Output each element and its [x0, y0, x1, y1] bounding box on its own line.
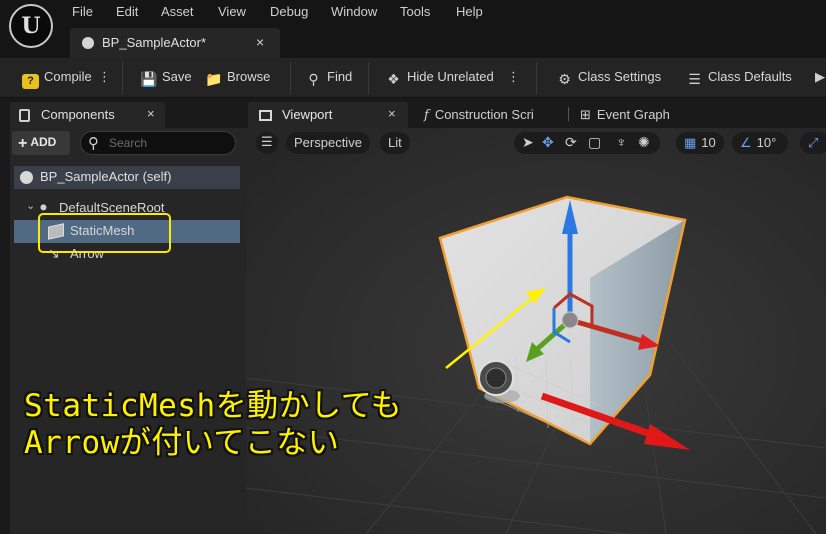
function-icon: f	[424, 108, 429, 123]
transform-tools: ➤ ✥ ⟳ ▢ ♆ ✺	[514, 132, 660, 154]
hide-unrelated-options-icon[interactable]: ⋮	[507, 69, 520, 85]
graph-icon: ⊞	[580, 108, 591, 123]
grid-snap-button[interactable]: ▦ 10	[676, 132, 724, 154]
select-icon[interactable]: ➤	[522, 134, 534, 151]
viewport-icon	[259, 110, 272, 121]
close-components-icon[interactable]: ×	[147, 106, 155, 121]
rotation-snap-value: 10°	[756, 135, 777, 150]
surface-snap-icon[interactable]: ✺	[638, 134, 650, 151]
blueprint-toolbar: ? Compile ⋮ 💾 Save 📁 Browse ⚲ Find ❖ Hide Unr…	[0, 58, 826, 98]
translate-icon[interactable]: ✥	[542, 134, 554, 151]
gear-icon: ⚙	[558, 71, 571, 87]
tab-construction-label: Construction Scri	[434, 107, 534, 122]
close-tab-icon[interactable]: ×	[256, 34, 264, 50]
viewport-scene	[246, 128, 826, 534]
search-input[interactable]	[109, 135, 229, 151]
close-viewport-icon[interactable]: ×	[388, 106, 396, 121]
components-search[interactable]: ⚲	[80, 131, 236, 155]
annotation-line-1: StaticMeshを動かしても	[24, 388, 403, 424]
menu-debug[interactable]: Debug	[270, 4, 308, 19]
compile-status-icon: ?	[22, 74, 39, 89]
browse-label: Browse	[227, 69, 271, 84]
grid-icon: ▦	[684, 135, 697, 150]
search-icon: ⚲	[88, 135, 99, 152]
menu-window[interactable]: Window	[331, 4, 377, 19]
components-tab[interactable]: Components ×	[10, 102, 165, 128]
menu-view[interactable]: View	[218, 4, 246, 19]
save-button[interactable]: 💾 Save	[140, 69, 192, 87]
compile-options-icon[interactable]: ⋮	[98, 69, 111, 85]
tab-divider	[568, 107, 569, 121]
rotate-icon[interactable]: ⟳	[565, 134, 577, 151]
components-icon	[19, 109, 30, 122]
perspective-button[interactable]: Perspective	[286, 132, 370, 154]
rotation-snap-button[interactable]: ∠ 10°	[732, 132, 788, 154]
find-button[interactable]: ⚲ Find	[305, 69, 352, 87]
hide-unrelated-label: Hide Unrelated	[407, 69, 494, 84]
unreal-logo-icon[interactable]: U	[9, 4, 53, 48]
save-icon: 💾	[140, 71, 158, 87]
add-label: ADD	[30, 135, 57, 149]
compile-button[interactable]: ? Compile	[22, 69, 92, 89]
toolbar-divider	[122, 62, 123, 94]
menu-asset[interactable]: Asset	[161, 4, 194, 19]
tab-event-graph[interactable]: ⊞ Event Graph	[580, 107, 670, 123]
viewport[interactable]: ☰ Perspective Lit ➤ ✥ ⟳ ▢ ♆ ✺ ▦ 10 ∠ 10° ⤢	[246, 128, 826, 534]
components-title: Components	[41, 107, 115, 122]
menu-bar: U File Edit Asset View Debug Window Tool…	[0, 0, 826, 48]
angle-icon: ∠	[740, 135, 752, 150]
toolbar-divider	[368, 62, 369, 94]
menu-file[interactable]: File	[72, 4, 93, 19]
toolbar-divider	[536, 62, 537, 94]
browse-button[interactable]: 📁 Browse	[205, 69, 270, 87]
compile-label: Compile	[44, 69, 92, 84]
find-icon: ⚲	[308, 71, 319, 87]
annotation-text: StaticMeshを動かしても Arrowが付いてこない	[24, 388, 402, 462]
find-label: Find	[327, 69, 353, 84]
blueprint-icon	[82, 37, 94, 49]
grid-snap-value: 10	[701, 135, 716, 150]
components-panel-header: Components ×	[0, 102, 246, 128]
world-local-icon[interactable]: ♆	[616, 134, 627, 150]
hide-unrelated-button[interactable]: ❖ Hide Unrelated	[385, 69, 494, 87]
scale-snap-icon[interactable]: ⤢	[800, 132, 826, 154]
tab-event-graph-label: Event Graph	[596, 107, 670, 122]
plus-icon: +	[18, 135, 28, 152]
chevron-down-icon[interactable]: ⌄	[26, 199, 35, 212]
annotation-line-2: Arrowが付いてこない	[24, 425, 340, 461]
class-defaults-button[interactable]: ☰ Class Defaults	[686, 69, 792, 87]
class-settings-button[interactable]: ⚙ Class Settings	[556, 69, 661, 87]
component-self-item[interactable]: BP_SampleActor (self)	[14, 166, 240, 189]
menu-tools[interactable]: Tools	[400, 4, 430, 19]
document-tab-bar: BP_SampleActor* ×	[0, 28, 826, 58]
add-component-button[interactable]: + ADD	[12, 131, 70, 155]
tab-construction-script[interactable]: f Construction Scri	[424, 107, 534, 123]
toolbar-divider	[290, 62, 291, 94]
actor-icon	[20, 171, 33, 184]
class-settings-label: Class Settings	[578, 69, 662, 84]
menu-help[interactable]: Help	[456, 4, 483, 19]
document-tab-bp-sampleactor[interactable]: BP_SampleActor* ×	[70, 28, 280, 58]
viewport-menu-icon[interactable]: ☰	[256, 132, 278, 154]
self-item-label: BP_SampleActor (self)	[40, 169, 172, 184]
editor-tab-bar: Viewport × f Construction Scri ⊞ Event Gra…	[246, 98, 826, 128]
sliders-icon: ☰	[688, 71, 701, 87]
hide-unrelated-icon: ❖	[387, 71, 400, 87]
lit-button[interactable]: Lit	[380, 132, 410, 154]
components-body: +ADD ⚲ BP_SampleActor (self) ⌄ ⚫ Default…	[10, 128, 246, 534]
class-defaults-label: Class Defaults	[708, 69, 792, 84]
browse-icon: 📁	[205, 71, 223, 87]
scale-icon[interactable]: ▢	[588, 134, 601, 151]
save-label: Save	[162, 69, 192, 84]
components-panel: Components × +ADD ⚲ BP_SampleActor (self…	[0, 98, 246, 534]
menu-edit[interactable]: Edit	[116, 4, 138, 19]
staticmesh-highlight-box	[38, 213, 171, 253]
document-tab-label: BP_SampleActor*	[102, 35, 207, 50]
tab-viewport[interactable]: Viewport ×	[248, 102, 408, 128]
tab-viewport-label: Viewport	[282, 107, 333, 122]
play-icon[interactable]: ▶	[815, 69, 825, 85]
